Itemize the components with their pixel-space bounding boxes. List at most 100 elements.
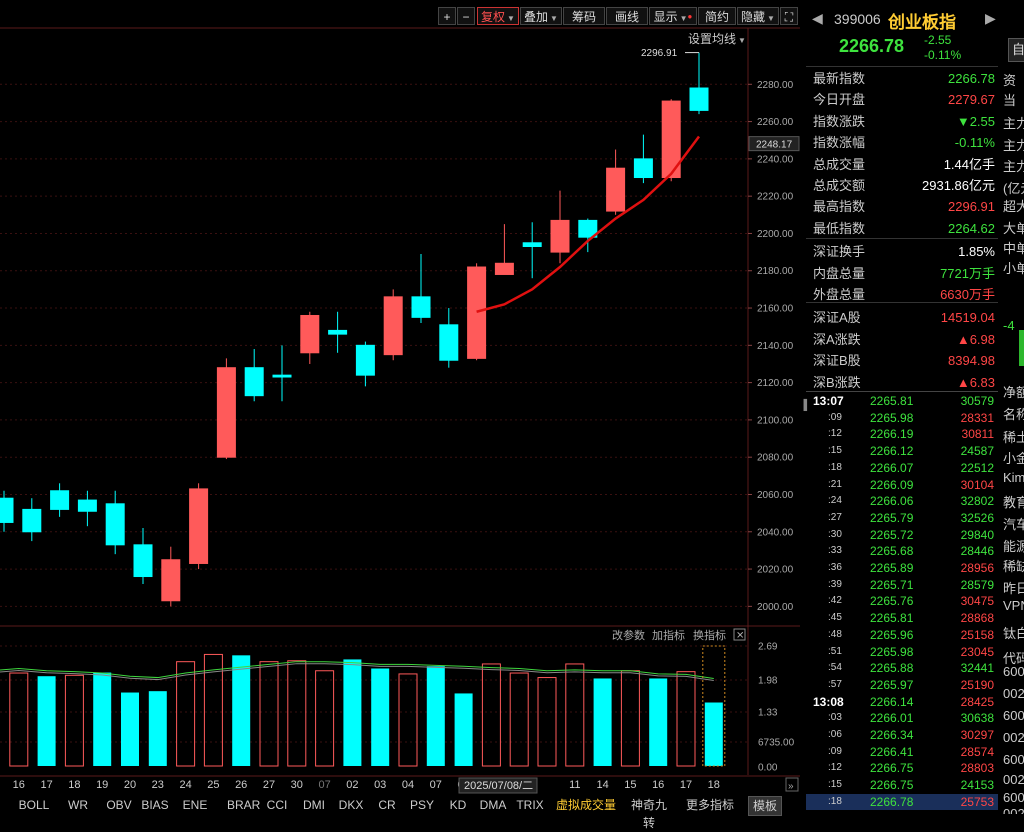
candle-body[interactable]	[50, 490, 70, 510]
candle-body[interactable]	[606, 167, 626, 212]
indicator-tab[interactable]: 虚拟成交量	[556, 796, 616, 814]
ma-settings-button[interactable]: 设置均线 ▼	[688, 30, 746, 47]
candle-body[interactable]	[689, 87, 709, 111]
zoom-out-button[interactable]: −	[457, 7, 475, 25]
tick-row[interactable]: :45 2265.81 28868	[806, 610, 998, 627]
indicator-tab[interactable]: OBV	[104, 796, 134, 814]
candle-body[interactable]	[133, 544, 153, 578]
tick-row[interactable]: :03 2266.01 30638	[806, 710, 998, 727]
zoom-in-button[interactable]: +	[438, 7, 456, 25]
indicator-tab[interactable]: DKX	[335, 796, 367, 814]
kline-chart-svg[interactable]: 2280.00 2260.00 2240.00 2220.00 2200.00 2180.…	[0, 0, 800, 814]
volume-bar[interactable]	[537, 677, 557, 767]
indicator-tab[interactable]: CCI	[263, 796, 291, 814]
candle-body[interactable]	[189, 488, 209, 564]
volume-bar[interactable]	[93, 672, 112, 766]
volume-bar[interactable]	[509, 672, 529, 767]
candle-body[interactable]	[550, 219, 570, 253]
tick-row[interactable]: :15 2266.12 24587	[806, 443, 998, 460]
volume-bar[interactable]	[148, 691, 167, 766]
kline-chart-area[interactable]: 2280.00 2260.00 2240.00 2220.00 2200.00 2180.…	[0, 0, 800, 814]
indicator-tab[interactable]: 神奇九转	[627, 796, 671, 830]
fullscreen-icon[interactable]: ⛶	[780, 7, 798, 25]
candle-body[interactable]	[272, 374, 292, 378]
tick-row[interactable]: :39 2265.71 28579	[806, 577, 998, 594]
candle-body[interactable]	[522, 242, 542, 248]
indicator-tab[interactable]: DMI	[298, 796, 330, 814]
candle-body[interactable]	[355, 344, 375, 376]
indicator-tab[interactable]: ENE	[178, 796, 212, 814]
candle-body[interactable]	[105, 503, 125, 546]
indicator-tab[interactable]: BRAR	[227, 796, 260, 814]
tick-row[interactable]: :09 2265.98 28331	[806, 410, 998, 427]
candle-body[interactable]	[439, 324, 459, 361]
candle-body[interactable]	[161, 559, 181, 602]
huaxian-button[interactable]: 画线	[606, 7, 648, 25]
volume-bar[interactable]	[426, 666, 445, 766]
volume-bar[interactable]	[565, 663, 585, 767]
candle-body[interactable]	[22, 508, 42, 533]
volume-bar[interactable]	[37, 676, 56, 766]
jianyue-button[interactable]: 简约	[698, 7, 736, 25]
volume-bar[interactable]	[259, 661, 279, 767]
candle-body[interactable]	[328, 329, 348, 335]
volume-bar[interactable]	[176, 661, 196, 767]
tick-row[interactable]: :33 2265.68 28446	[806, 543, 998, 560]
tick-row[interactable]: :48 2265.96 25158	[806, 627, 998, 644]
volume-param-button[interactable]: 改参数	[612, 628, 645, 642]
candle-body[interactable]	[411, 296, 431, 318]
tick-row[interactable]: :06 2266.34 30297	[806, 727, 998, 744]
tick-row[interactable]: :12 2266.75 28803	[806, 760, 998, 777]
indicator-tab[interactable]: 更多指标	[686, 796, 734, 814]
auto-button[interactable]: 自	[1008, 38, 1024, 62]
next-stock-icon[interactable]: ▶	[985, 10, 996, 27]
tick-row[interactable]: :21 2266.09 30104	[806, 477, 998, 494]
volume-bar[interactable]	[620, 670, 640, 767]
volume-bar[interactable]	[676, 671, 696, 767]
indicator-tab[interactable]: DMA	[476, 796, 510, 814]
tick-row[interactable]: :54 2265.88 32441	[806, 660, 998, 677]
volume-bar[interactable]	[343, 659, 362, 766]
volume-bar[interactable]	[398, 673, 418, 767]
volume-bar[interactable]	[121, 692, 139, 766]
volume-bar[interactable]	[64, 674, 84, 767]
tick-row[interactable]: 13:08 2266.14 28425	[806, 694, 998, 711]
tick-row[interactable]: :12 2266.19 30811	[806, 426, 998, 443]
indicator-tab[interactable]: BIAS	[135, 796, 175, 814]
candle-body[interactable]	[467, 266, 487, 359]
tick-row[interactable]: :27 2265.79 32526	[806, 510, 998, 527]
indicator-tab[interactable]: BOLL	[18, 796, 50, 814]
volume-bar[interactable]	[454, 693, 473, 766]
tick-row[interactable]: 13:07 2265.81 30579	[806, 393, 998, 410]
tick-row[interactable]: :57 2265.97 25190	[806, 677, 998, 694]
candle-body[interactable]	[300, 314, 320, 354]
candle-body[interactable]	[383, 296, 403, 356]
collapse-panel-icon[interactable]: ▐	[800, 400, 807, 430]
volume-bar[interactable]	[315, 670, 335, 767]
tick-row[interactable]: :18 2266.78 25753	[806, 793, 998, 811]
candle-body[interactable]	[494, 262, 514, 275]
xianshi-button[interactable]: 显示 ▼●	[649, 7, 697, 25]
fuquan-button[interactable]: 复权 ▼	[477, 7, 519, 25]
volume-bar[interactable]	[704, 702, 723, 766]
candle-body[interactable]	[216, 367, 236, 458]
chouma-button[interactable]: 筹码	[563, 7, 605, 25]
tick-row[interactable]: :09 2266.41 28574	[806, 744, 998, 761]
indicator-tab[interactable]: CR	[374, 796, 400, 814]
indicator-tab[interactable]: 模板	[748, 796, 782, 816]
volume-bar[interactable]	[481, 663, 501, 767]
tick-row[interactable]: :42 2265.76 30475	[806, 593, 998, 610]
candle-body[interactable]	[633, 158, 653, 179]
prev-stock-icon[interactable]: ◀	[812, 10, 823, 27]
tick-row[interactable]: :24 2266.06 32802	[806, 493, 998, 510]
volume-bar[interactable]	[9, 672, 29, 767]
tick-row[interactable]: :18 2266.07 22512	[806, 460, 998, 477]
tick-row[interactable]: :51 2265.98 23045	[806, 644, 998, 661]
volume-bar[interactable]	[649, 678, 668, 766]
volume-param-button[interactable]: 加指标	[652, 628, 685, 642]
indicator-tab[interactable]: WR	[63, 796, 93, 814]
candle-body[interactable]	[77, 499, 97, 512]
candle-body[interactable]	[244, 367, 264, 397]
volume-param-button[interactable]: 换指标	[693, 628, 726, 642]
volume-bar[interactable]	[287, 660, 307, 767]
